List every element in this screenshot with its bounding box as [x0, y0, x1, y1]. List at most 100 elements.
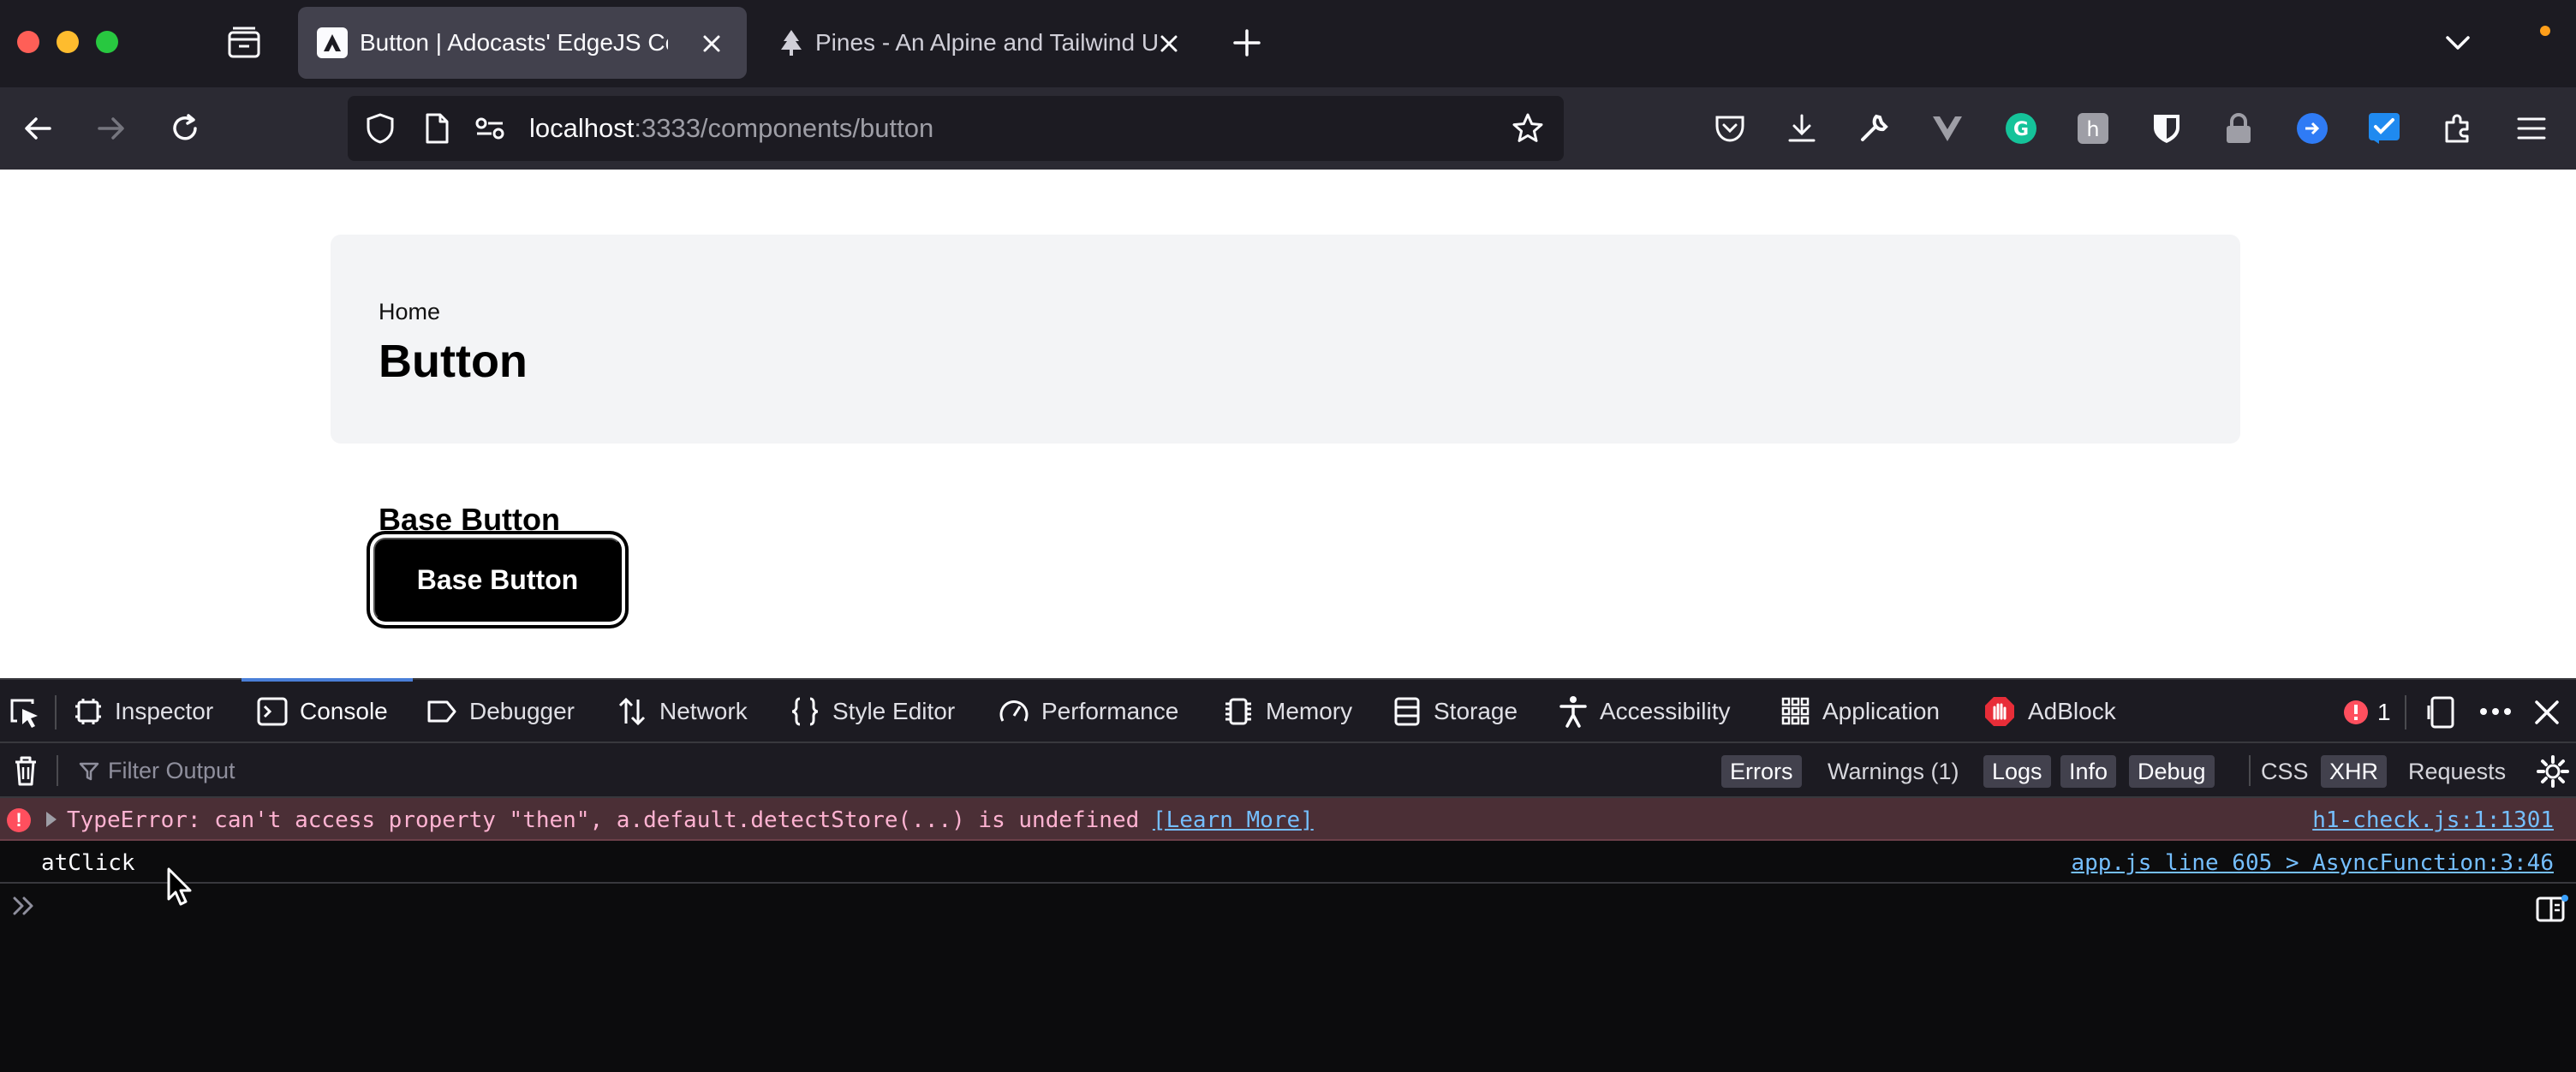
tab-label: Application	[1822, 698, 1940, 724]
new-tab-plus-icon[interactable]	[1230, 26, 1264, 60]
responsive-design-icon[interactable]	[2427, 695, 2458, 730]
window-maximize-button[interactable]	[96, 31, 118, 53]
tab-label: Network	[659, 698, 748, 724]
tab-adblock[interactable]: AdBlock	[1983, 680, 2116, 743]
filter-css[interactable]: CSS	[2252, 755, 2317, 788]
error-count: 1	[2377, 699, 2391, 725]
tab-inspector[interactable]: Inspector	[74, 680, 213, 743]
bitwarden-icon[interactable]	[2148, 110, 2185, 147]
filter-debug[interactable]: Debug	[2129, 755, 2215, 788]
url-bar[interactable]: localhost:3333/components/button	[348, 96, 1564, 161]
notification-dot	[2540, 26, 2550, 36]
grid-icon	[1781, 697, 1810, 725]
reload-button[interactable]	[164, 108, 206, 149]
console-log-message[interactable]: atClick app.js line 605 > AsyncFunction:…	[0, 841, 2576, 884]
tab-label: Debugger	[469, 698, 575, 724]
error-icon: !	[7, 808, 31, 832]
extension-blue-icon[interactable]	[2293, 110, 2331, 147]
breadcrumb-home[interactable]: Home	[379, 298, 440, 325]
log-text: atClick	[41, 850, 135, 876]
learn-more-link[interactable]: [Learn More]	[1153, 807, 1314, 833]
extension-cyan-icon[interactable]	[2365, 110, 2403, 147]
lock-icon[interactable]	[2220, 110, 2257, 147]
console-input[interactable]	[51, 889, 2501, 923]
more-options-icon[interactable]	[2477, 699, 2514, 724]
tab-label: Console	[300, 698, 388, 724]
section-title: Base Button	[379, 502, 561, 537]
window-close-button[interactable]	[17, 31, 39, 53]
separator	[2249, 755, 2251, 786]
console-error-message[interactable]: ! TypeError: can't access property "then…	[0, 798, 2576, 841]
svg-text:G: G	[2013, 119, 2029, 140]
filter-warnings[interactable]: Warnings (1)	[1819, 755, 1968, 788]
log-source-link[interactable]: app.js line 605 > AsyncFunction:3:46	[2071, 851, 2554, 875]
window-minimize-button[interactable]	[57, 31, 79, 53]
extensions-puzzle-icon[interactable]	[2439, 110, 2477, 147]
sidebar-toggle-icon[interactable]	[2535, 894, 2569, 923]
debugger-icon	[427, 700, 456, 723]
tab-label: Memory	[1266, 698, 1353, 724]
error-source-link[interactable]: h1-check.js:1:1301	[2312, 808, 2554, 832]
filter-info[interactable]: Info	[2060, 755, 2117, 788]
filter-requests[interactable]: Requests	[2400, 755, 2514, 788]
shield-icon[interactable]	[363, 111, 397, 146]
separator	[2405, 695, 2406, 730]
arrow-right-icon	[98, 117, 124, 140]
back-button[interactable]	[17, 108, 58, 149]
accessibility-icon	[1559, 696, 1587, 728]
tab-strip: Button | Adocasts' EdgeJS Com Pines - An…	[0, 0, 2576, 87]
wrench-icon[interactable]	[1855, 110, 1893, 147]
filter-logs[interactable]: Logs	[1983, 755, 2051, 788]
console-filter-bar: Errors Warnings (1) Logs Info Debug CSS …	[0, 743, 2576, 798]
page-icon[interactable]	[420, 111, 454, 146]
filter-errors[interactable]: Errors	[1721, 755, 1802, 788]
tab-storage[interactable]: Storage	[1392, 680, 1518, 743]
grammarly-icon[interactable]: G	[2002, 110, 2040, 147]
chip-icon	[1225, 698, 1251, 725]
tab-debugger[interactable]: Debugger	[426, 680, 575, 743]
reload-icon	[173, 114, 197, 140]
tab-style-editor[interactable]: Style Editor	[790, 680, 955, 743]
tab-performance[interactable]: Performance	[999, 680, 1178, 743]
chevron-down-icon[interactable]	[2441, 27, 2475, 58]
trash-icon[interactable]	[9, 753, 43, 788]
browser-tab-active[interactable]: Button | Adocasts' EdgeJS Com	[298, 7, 747, 79]
honey-icon[interactable]: h	[2074, 110, 2112, 147]
error-count-badge[interactable]: 1	[2343, 695, 2391, 730]
expand-arrow-icon[interactable]	[46, 812, 57, 827]
browser-tab[interactable]: Pines - An Alpine and Tailwind U	[757, 7, 1185, 79]
tab-console[interactable]: Console	[257, 680, 388, 743]
tab-manager-icon[interactable]	[224, 26, 264, 60]
bookmark-star-icon[interactable]	[1511, 111, 1545, 146]
filter-output-input[interactable]	[75, 752, 846, 789]
tab-accessibility[interactable]: Accessibility	[1559, 680, 1730, 743]
tab-network[interactable]: Network	[617, 680, 748, 743]
permissions-icon[interactable]	[473, 111, 507, 146]
gauge-icon	[999, 700, 1029, 722]
adocasts-favicon-icon	[317, 27, 348, 58]
navigation-toolbar: localhost:3333/components/button G h	[0, 87, 2576, 170]
url-host: localhost	[529, 113, 635, 143]
close-tab-icon[interactable]	[699, 31, 724, 57]
base-button[interactable]: Base Button	[373, 538, 622, 622]
tab-memory[interactable]: Memory	[1223, 680, 1352, 743]
error-text: TypeError: can't access property "then",…	[67, 808, 1314, 832]
gear-icon[interactable]	[2537, 755, 2569, 788]
forward-button[interactable]	[91, 108, 132, 149]
url-text[interactable]: localhost:3333/components/button	[529, 113, 933, 144]
double-chevron-right-icon	[13, 896, 33, 915]
filter-xhr[interactable]: XHR	[2321, 755, 2388, 788]
menu-icon[interactable]	[2513, 110, 2550, 147]
download-icon[interactable]	[1783, 110, 1821, 147]
separator	[55, 695, 57, 730]
element-picker-icon[interactable]	[7, 695, 41, 730]
tab-title: Button | Adocasts' EdgeJS Com	[360, 29, 668, 56]
tab-application[interactable]: Application	[1781, 680, 1940, 743]
tab-title: Pines - An Alpine and Tailwind U	[815, 29, 1160, 56]
close-tab-icon[interactable]	[1156, 31, 1182, 57]
close-devtools-icon[interactable]	[2531, 697, 2562, 728]
pines-favicon-icon	[781, 30, 802, 56]
inspector-icon	[75, 699, 101, 724]
vue-devtools-icon[interactable]	[1929, 110, 1966, 147]
pocket-icon[interactable]	[1711, 110, 1749, 147]
